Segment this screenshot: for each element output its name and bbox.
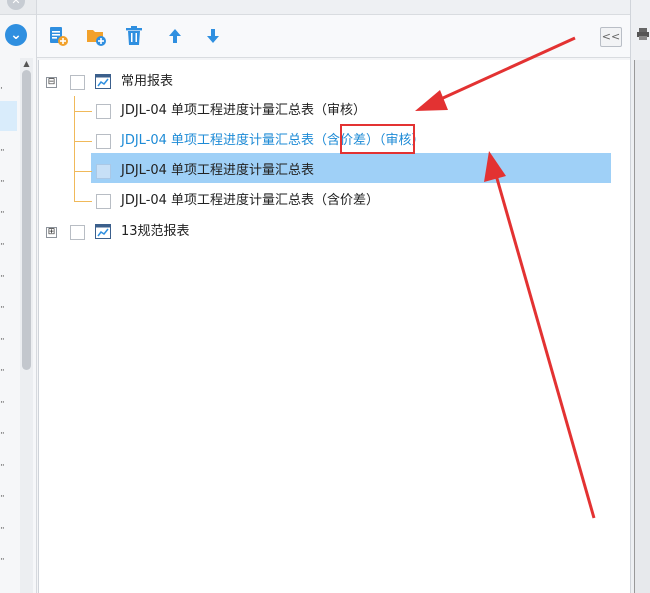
left-list-item[interactable]: ·· (0, 208, 10, 218)
close-icon[interactable]: ✕ (7, 0, 25, 10)
item-label: JDJL-04 单项工程进度计量汇总表（含价差） (121, 193, 380, 208)
move-down-icon[interactable] (202, 25, 224, 47)
add-report-icon[interactable] (47, 25, 69, 47)
left-list-item[interactable]: ·· (0, 398, 10, 408)
left-list-item[interactable]: ·· (0, 240, 10, 250)
report-folder-icon (95, 224, 111, 239)
left-list-item[interactable]: ·· (0, 555, 10, 565)
scrollbar-thumb[interactable] (22, 70, 31, 370)
tree-line (74, 141, 92, 142)
item-label: JDJL-04 单项工程进度计量汇总表 (121, 163, 315, 178)
tree-item-selected[interactable]: JDJL-04 单项工程进度计量汇总表 (96, 156, 616, 186)
tree-line (74, 201, 92, 202)
left-list-item[interactable]: ·· (0, 461, 10, 471)
expand-toggle-icon[interactable]: ⊞ (46, 227, 57, 238)
right-panel-body (634, 60, 650, 593)
left-list-item[interactable]: ·· (0, 366, 10, 376)
left-list-item[interactable]: · (0, 84, 10, 94)
group-checkbox[interactable] (70, 225, 85, 240)
left-panel: ✕ ⌄ · ·· ·· ·· ·· ·· ·· ·· ·· ·· ·· ·· ·… (0, 0, 37, 593)
scroll-up-arrow-icon[interactable]: ▲ (20, 58, 33, 70)
item-checkbox[interactable] (96, 134, 111, 149)
tree-line (74, 171, 92, 172)
download-circle-icon[interactable]: ⌄ (5, 24, 27, 46)
add-folder-icon[interactable] (85, 25, 107, 47)
group-label: 常用报表 (121, 74, 174, 89)
group-checkbox[interactable] (70, 75, 85, 90)
left-list-item[interactable]: ·· (0, 177, 10, 187)
left-list-item[interactable]: ·· (0, 492, 10, 502)
left-list-item[interactable]: ·· (0, 303, 10, 313)
left-list-item[interactable]: ·· (0, 272, 10, 282)
right-panel-edge (630, 0, 650, 593)
print-icon[interactable] (637, 28, 649, 40)
collapse-panel-button[interactable]: << (600, 27, 622, 47)
group-label: 13规范报表 (121, 224, 190, 239)
left-list-item[interactable]: ·· (0, 335, 10, 345)
item-label: JDJL-04 单项工程进度计量汇总表（审核） (121, 103, 367, 118)
left-scrollbar[interactable]: ▲ (20, 58, 33, 593)
left-list-item[interactable]: ·· (0, 429, 10, 439)
annotation-highlight-box (340, 124, 415, 154)
top-band (37, 0, 630, 15)
tree-group-common-reports[interactable]: ⊟ 常用报表 (44, 67, 604, 97)
left-list-selected-item[interactable] (0, 101, 17, 131)
tree-item[interactable]: JDJL-04 单项工程进度计量汇总表（审核） (96, 96, 616, 126)
move-up-icon[interactable] (164, 25, 186, 47)
left-panel-header: ✕ (0, 0, 36, 15)
tree-item[interactable]: JDJL-04 单项工程进度计量汇总表（含价差） (96, 186, 616, 216)
item-checkbox[interactable] (96, 194, 111, 209)
item-checkbox[interactable] (96, 164, 111, 179)
item-checkbox[interactable] (96, 104, 111, 119)
collapse-toggle-icon[interactable]: ⊟ (46, 77, 57, 88)
tree-group-13-standard-reports[interactable]: ⊞ 13规范报表 (44, 217, 604, 247)
report-folder-icon (95, 74, 111, 89)
tree-line (74, 111, 92, 112)
toolbar: << (37, 15, 630, 58)
left-list-item[interactable]: ·· (0, 146, 10, 156)
delete-icon[interactable] (123, 25, 145, 47)
left-list-item[interactable]: ·· (0, 524, 10, 534)
